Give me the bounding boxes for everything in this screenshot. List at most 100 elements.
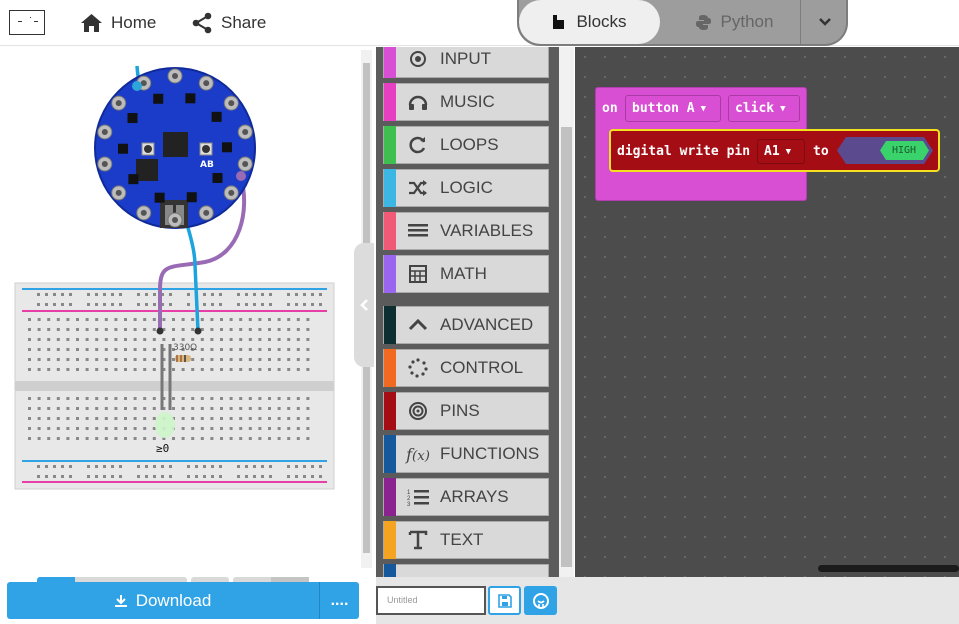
text-icon — [396, 530, 440, 550]
refresh-icon — [396, 135, 440, 155]
category-color-stripe — [384, 212, 396, 250]
blocks-icon — [553, 15, 565, 29]
pin-dropdown[interactable]: A1 ▼ — [757, 139, 805, 164]
category-label: LOGIC — [440, 178, 493, 197]
github-button[interactable] — [524, 586, 557, 615]
category-color-stripe — [384, 306, 396, 344]
svg-text:AB: AB — [200, 160, 214, 170]
shuffle-icon — [396, 179, 440, 197]
share-label: Share — [221, 13, 267, 32]
editor-mode-toggle: Blocks Python — [517, 0, 848, 46]
resistor-label: 330Ω — [173, 343, 197, 353]
category-color-stripe — [384, 169, 396, 207]
toolbox-category-pins[interactable]: PINS — [383, 392, 549, 430]
toolbox-category-logic[interactable]: LOGIC — [383, 169, 549, 207]
category-label: MUSIC — [440, 92, 495, 111]
collapse-simulator-button[interactable] — [354, 243, 374, 367]
save-button[interactable] — [488, 586, 521, 615]
download-icon — [114, 594, 127, 607]
category-color-stripe — [384, 47, 396, 78]
button-dropdown[interactable]: button A ▼ — [625, 95, 721, 122]
toolbox-category-arrays[interactable]: 1 2 3 ARRAYS — [383, 478, 549, 516]
category-color-stripe — [384, 435, 396, 473]
category-color-stripe — [384, 521, 396, 559]
download-button[interactable]: Download — [7, 582, 318, 619]
breadboard — [14, 282, 335, 490]
function-icon: f(x) — [406, 444, 430, 464]
loading-icon — [396, 358, 440, 378]
home-label: Home — [111, 13, 157, 32]
blocks-label: Blocks — [576, 12, 627, 31]
download-more-button[interactable]: .... — [319, 582, 359, 619]
toolbox-category-advanced[interactable]: ADVANCED — [383, 306, 549, 344]
category-color-stripe — [384, 349, 396, 387]
github-icon — [532, 592, 549, 609]
mode-dropdown-button[interactable] — [800, 0, 846, 44]
save-icon — [497, 593, 512, 608]
action-dropdown[interactable]: click ▼ — [728, 95, 800, 122]
dropdown-arrow-icon: ▼ — [785, 146, 792, 157]
app-logo-icon[interactable] — [9, 10, 45, 35]
blocks-tab[interactable]: Blocks — [519, 0, 660, 44]
toolbox-category-input[interactable]: INPUT — [383, 47, 549, 78]
toolbox-category-loops[interactable]: LOOPS — [383, 126, 549, 164]
category-label: ADVANCED — [440, 315, 534, 334]
category-label: PINS — [440, 401, 480, 420]
category-color-stripe — [384, 392, 396, 430]
filename-input[interactable]: Untitled — [376, 586, 486, 615]
headphones-icon — [396, 93, 440, 111]
calculator-icon — [396, 265, 440, 283]
category-label: INPUT — [440, 49, 491, 68]
top-bar: Home Share Blocks Python — [0, 0, 959, 46]
toolbox-category-more[interactable] — [383, 564, 549, 577]
python-label: Python — [720, 12, 774, 31]
toolbox-category-text[interactable]: TEXT — [383, 521, 549, 559]
chevron-up-icon — [396, 318, 440, 332]
category-color-stripe — [384, 83, 396, 121]
toolbox-scrollbar[interactable] — [559, 47, 574, 577]
svg-text:3: 3 — [407, 502, 411, 507]
share-button[interactable]: Share — [191, 12, 266, 34]
toolbox-category-functions[interactable]: f(x) FUNCTIONS — [383, 435, 549, 473]
chevron-left-icon — [360, 299, 368, 311]
share-icon — [192, 12, 212, 34]
digital-write-pin-block[interactable]: digital write pin A1 ▼ to HIGH — [609, 129, 940, 172]
category-label: LOOPS — [440, 135, 499, 154]
to-label: to — [813, 144, 829, 159]
high-value-block[interactable] — [836, 136, 934, 165]
circuit-playground-board[interactable]: AB — [94, 67, 256, 229]
led — [155, 412, 175, 438]
category-label: TEXT — [440, 530, 484, 549]
led-label: ≥0 — [156, 442, 169, 455]
home-button[interactable]: Home — [80, 12, 156, 34]
category-label: CONTROL — [440, 358, 524, 377]
download-label: Download — [135, 590, 212, 610]
python-icon — [695, 14, 711, 30]
category-label: MATH — [440, 264, 487, 283]
bars-icon — [396, 223, 440, 239]
toolbox-category-music[interactable]: MUSIC — [383, 83, 549, 121]
category-label: VARIABLES — [440, 221, 534, 240]
category-color-stripe — [384, 126, 396, 164]
target-icon — [396, 401, 440, 421]
chevron-down-icon — [818, 18, 831, 26]
category-label: FUNCTIONS — [440, 444, 540, 463]
category-color-stripe — [384, 478, 396, 516]
dropdown-arrow-icon: ▼ — [700, 103, 707, 114]
workspace-horizontal-scrollbar[interactable] — [818, 565, 959, 572]
toolbox-category-control[interactable]: CONTROL — [383, 349, 549, 387]
bottom-bar: Untitled — [376, 577, 959, 624]
home-icon — [81, 14, 102, 32]
circuit-diagram: 330Ω ≥0 AB — [14, 65, 335, 490]
toolbox-category-math[interactable]: MATH — [383, 255, 549, 293]
simulator-panel: 330Ω ≥0 AB — [0, 47, 360, 624]
category-color-stripe — [384, 255, 396, 293]
ordered-list-icon: 123 — [396, 487, 440, 507]
category-label: ARRAYS — [440, 487, 509, 506]
toolbox-category-variables[interactable]: VARIABLES — [383, 212, 549, 250]
digital-write-label: digital write pin — [617, 144, 751, 159]
python-tab[interactable]: Python — [669, 0, 799, 44]
block-toolbox: INPUT MUSIC LOOPS LOGIC VARIABLES MATH ADVANCE… — [376, 47, 559, 577]
radio-dot-icon — [396, 50, 440, 68]
download-button-group: Download .... — [7, 582, 359, 619]
